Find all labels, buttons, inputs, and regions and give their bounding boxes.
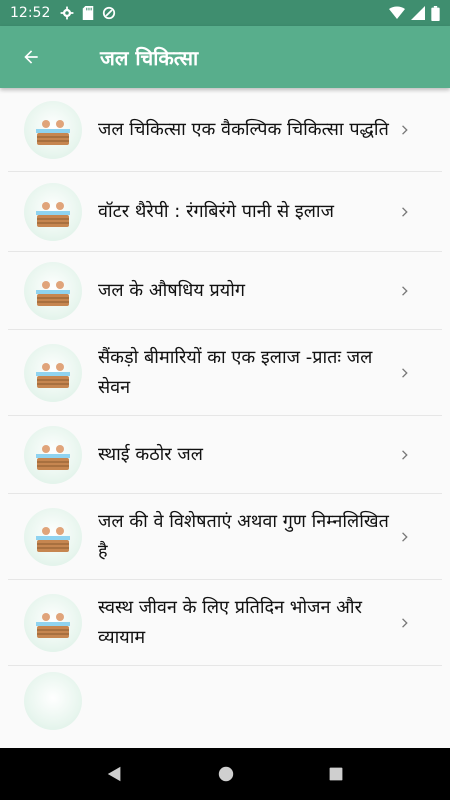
list-item-label: स्थाई कठोर जल bbox=[98, 443, 203, 465]
chevron-right-icon bbox=[402, 285, 408, 296]
sd-card-icon bbox=[83, 6, 94, 20]
list-item[interactable]: स्वस्थ जीवन के लिए प्रतिदिन भोजन और व्या… bbox=[8, 580, 442, 666]
list-item-label: जल के औषधिय प्रयोग bbox=[98, 279, 246, 301]
chevron-right-icon bbox=[402, 449, 408, 460]
hot-tub-icon bbox=[36, 612, 70, 638]
hot-tub-thumbnail bbox=[24, 261, 82, 320]
arrow-back-icon bbox=[24, 50, 38, 64]
list-item[interactable]: स्थाई कठोर जल bbox=[8, 416, 442, 494]
back-triangle-icon[interactable] bbox=[106, 765, 124, 783]
recents-square-icon[interactable] bbox=[328, 766, 344, 782]
hot-tub-icon bbox=[36, 362, 70, 388]
status-bar: 12:52 bbox=[0, 0, 450, 26]
list-item-label: सैंकड़ो बीमारियों का एक इलाज -प्रातः जल … bbox=[98, 346, 373, 398]
hot-tub-thumbnail bbox=[24, 182, 82, 241]
list-item-label: जल की वे विशेषताएं अथवा गुण निम्नलिखित ह… bbox=[98, 510, 389, 562]
hot-tub-thumbnail bbox=[24, 593, 82, 652]
list-item[interactable]: जल चिकित्सा एक वैकल्पिक चिकित्सा पद्धति bbox=[8, 88, 442, 172]
list-item[interactable]: सैंकड़ो बीमारियों का एक इलाज -प्रातः जल … bbox=[8, 330, 442, 416]
back-button[interactable] bbox=[0, 26, 62, 88]
chevron-right-icon bbox=[402, 617, 408, 628]
page-title: जल चिकित्सा bbox=[100, 45, 199, 70]
chevron-right-icon bbox=[402, 206, 408, 217]
list-item[interactable]: वॉटर थैरेपी : रंगबिरंगे पानी से इलाज bbox=[8, 172, 442, 252]
hot-tub-thumbnail bbox=[24, 343, 82, 402]
list-item[interactable]: जल के औषधिय प्रयोग bbox=[8, 252, 442, 330]
list-item-label: वॉटर थैरेपी : रंगबिरंगे पानी से इलाज bbox=[98, 200, 334, 222]
status-time: 12:52 bbox=[10, 5, 51, 21]
hot-tub-icon bbox=[36, 119, 70, 145]
data-saver-icon bbox=[103, 6, 116, 20]
system-nav-bar bbox=[0, 748, 450, 800]
hot-tub-icon bbox=[36, 280, 70, 306]
hot-tub-thumbnail bbox=[24, 507, 82, 566]
topic-list: जल चिकित्सा एक वैकल्पिक चिकित्सा पद्धति … bbox=[0, 88, 450, 748]
battery-icon bbox=[431, 5, 440, 21]
hot-tub-icon bbox=[36, 444, 70, 470]
hot-tub-thumbnail bbox=[24, 672, 82, 730]
chevron-right-icon bbox=[402, 124, 408, 135]
gear-icon bbox=[60, 6, 74, 20]
chevron-right-icon bbox=[402, 367, 408, 378]
hot-tub-thumbnail bbox=[24, 100, 82, 159]
app-bar: जल चिकित्सा bbox=[0, 26, 450, 88]
chevron-right-icon bbox=[402, 531, 408, 542]
hot-tub-thumbnail bbox=[24, 425, 82, 484]
cell-signal-icon bbox=[411, 6, 425, 20]
list-item[interactable]: जल की वे विशेषताएं अथवा गुण निम्नलिखित ह… bbox=[8, 494, 442, 580]
list-item-partial[interactable] bbox=[8, 666, 442, 730]
home-circle-icon[interactable] bbox=[217, 765, 235, 783]
list-item-label: जल चिकित्सा एक वैकल्पिक चिकित्सा पद्धति bbox=[98, 118, 389, 140]
hot-tub-icon bbox=[36, 201, 70, 227]
hot-tub-icon bbox=[36, 526, 70, 552]
wifi-icon bbox=[389, 6, 405, 19]
list-item-label: स्वस्थ जीवन के लिए प्रतिदिन भोजन और व्या… bbox=[98, 596, 362, 648]
